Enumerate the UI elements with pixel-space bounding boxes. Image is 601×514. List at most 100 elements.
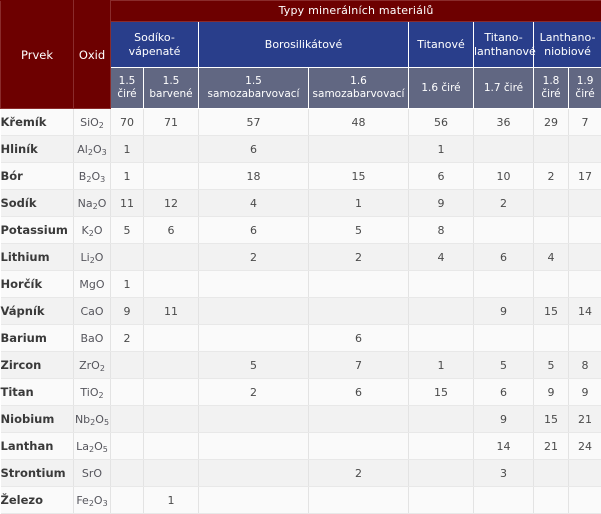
table-row: BórB2O311815610217 (1, 163, 601, 190)
cell-element-name: Niobium (1, 406, 74, 433)
cell-value: 4 (534, 244, 569, 271)
table-row: NiobiumNb2O5 91521 (1, 406, 601, 433)
cell-value (144, 163, 199, 190)
cell-value: 12 (144, 190, 199, 217)
cell-element-name: Barium (1, 325, 74, 352)
cell-value (144, 379, 199, 406)
table-row: KřemíkSiO2707157485636297 (1, 109, 601, 136)
cell-value (569, 244, 601, 271)
cell-value: 8 (569, 352, 601, 379)
cell-value: 15 (409, 379, 474, 406)
group-header-borosilicate-label: Borosilikátové (265, 38, 342, 51)
cell-value (474, 217, 534, 244)
cell-value (569, 487, 601, 514)
cell-value (144, 433, 199, 460)
cell-value: 11 (111, 190, 144, 217)
cell-oxide-formula: Nb2O5 (74, 406, 111, 433)
cell-value (111, 406, 144, 433)
cell-value: 14 (474, 433, 534, 460)
cell-value: 2 (474, 190, 534, 217)
cell-value (144, 460, 199, 487)
header-row-title: Prvek Oxid Typy minerálních materiálů (1, 1, 601, 22)
cell-oxide-formula: B2O3 (74, 163, 111, 190)
subcolumn-header-8: 1.9čiré (569, 68, 601, 109)
subcolumn-header-label: 1.6 čiré (421, 82, 460, 94)
cell-value (474, 325, 534, 352)
subcolumn-header-label: 1.5čiré (117, 75, 136, 100)
cell-oxide-formula: K2O (74, 217, 111, 244)
cell-value: 6 (199, 217, 309, 244)
cell-value (534, 325, 569, 352)
cell-value: 5 (199, 352, 309, 379)
cell-value: 24 (569, 433, 601, 460)
group-header-titanium-label: Titanové (417, 38, 464, 51)
subcolumn-header-5: 1.6 čiré (409, 68, 474, 109)
group-header-soda-lime: Sodíko-vápenaté (111, 22, 199, 68)
subcolumn-header-label: 1.5samozabarvovací (208, 75, 300, 100)
cell-value: 4 (199, 190, 309, 217)
subcolumn-header-4: 1.6samozabarvovací (309, 68, 409, 109)
cell-element-name: Sodík (1, 190, 74, 217)
subcolumn-header-label: 1.5barvené (149, 75, 192, 100)
cell-value: 1 (409, 136, 474, 163)
cell-value (309, 487, 409, 514)
cell-value (144, 244, 199, 271)
subcolumn-header-1: 1.5čiré (111, 68, 144, 109)
cell-value (144, 325, 199, 352)
cell-value: 6 (309, 325, 409, 352)
cell-value (474, 487, 534, 514)
cell-value: 6 (309, 379, 409, 406)
cell-value (534, 460, 569, 487)
cell-value (199, 487, 309, 514)
cell-value (309, 271, 409, 298)
cell-value (534, 271, 569, 298)
cell-value: 7 (569, 109, 601, 136)
table-title: Typy minerálních materiálů (111, 1, 601, 22)
cell-value: 36 (474, 109, 534, 136)
cell-value (111, 433, 144, 460)
cell-oxide-formula: Fe2O3 (74, 487, 111, 514)
cell-value (144, 136, 199, 163)
cell-value (111, 244, 144, 271)
cell-value (144, 406, 199, 433)
cell-value (199, 298, 309, 325)
column-header-oxide-label: Oxid (79, 48, 105, 62)
cell-value (534, 217, 569, 244)
cell-value: 10 (474, 163, 534, 190)
cell-value: 8 (409, 217, 474, 244)
table-row: LanthanLa2O5142124 (1, 433, 601, 460)
table-row: SodíkNa2O11124192 (1, 190, 601, 217)
column-header-oxide: Oxid (74, 1, 111, 109)
cell-value (309, 433, 409, 460)
cell-value: 9 (474, 406, 534, 433)
cell-value: 18 (199, 163, 309, 190)
cell-oxide-formula: MgO (74, 271, 111, 298)
table-row: HorčíkMgO1 (1, 271, 601, 298)
cell-oxide-formula: Al2O3 (74, 136, 111, 163)
cell-value (199, 271, 309, 298)
cell-value: 71 (144, 109, 199, 136)
cell-oxide-formula: SiO2 (74, 109, 111, 136)
table-row: HliníkAl2O3161 (1, 136, 601, 163)
subcolumn-header-label: 1.6samozabarvovací (313, 75, 405, 100)
cell-value: 15 (534, 298, 569, 325)
cell-value (199, 325, 309, 352)
cell-element-name: Strontium (1, 460, 74, 487)
cell-value: 2 (199, 379, 309, 406)
cell-value (199, 460, 309, 487)
cell-value: 21 (569, 406, 601, 433)
group-header-lanthano-niobium-label: Lanthano-niobiové (540, 31, 596, 58)
subcolumn-header-label: 1.9čiré (575, 75, 594, 100)
cell-value: 15 (309, 163, 409, 190)
table-row: TitanTiO22615699 (1, 379, 601, 406)
cell-value: 15 (534, 406, 569, 433)
cell-value (111, 487, 144, 514)
mineral-materials-table: Prvek Oxid Typy minerálních materiálů So… (0, 0, 601, 514)
cell-value: 9 (534, 379, 569, 406)
cell-element-name: Lanthan (1, 433, 74, 460)
cell-value (569, 460, 601, 487)
cell-value (534, 190, 569, 217)
subcolumn-header-3: 1.5samozabarvovací (199, 68, 309, 109)
cell-value: 21 (534, 433, 569, 460)
cell-value: 1 (111, 163, 144, 190)
